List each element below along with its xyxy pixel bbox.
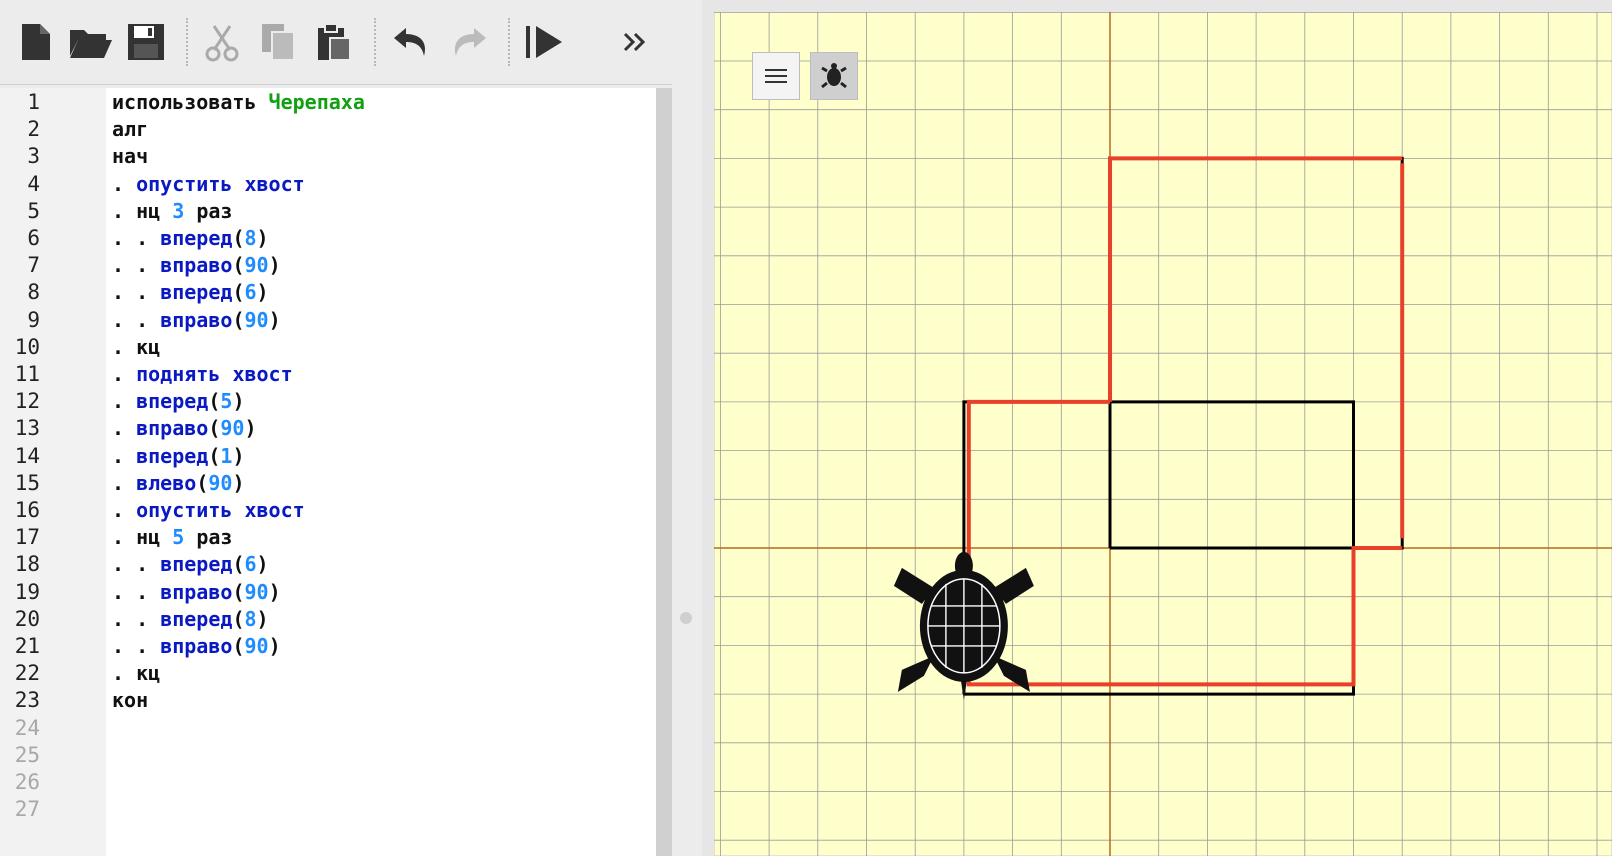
code-area[interactable]: использовать Черепаха алг нач . опустить хв… [106, 88, 656, 856]
turtle-icon [821, 63, 847, 89]
vertical-scrollbar[interactable] [656, 88, 672, 856]
line-number: 10 [14, 334, 40, 359]
code-line[interactable]: . опустить хвост [112, 172, 305, 196]
line-number: 11 [14, 362, 40, 386]
line-number-gutter: 1 2 3 4 5 6 7 8 9 10 11 12 13 14 15 16 17 18 19 20 21 22 23 24 2… [0, 88, 106, 856]
turtle-canvas-panel [702, 0, 1612, 856]
code-line[interactable]: . . вправо(90) [112, 580, 281, 604]
code-line[interactable]: . нц 5 раз [112, 525, 232, 549]
turtle-toggle-button[interactable] [810, 52, 858, 100]
line-number: 23 [14, 688, 40, 713]
code-line[interactable]: . . вправо(90) [112, 253, 281, 277]
new-file-button[interactable] [14, 20, 58, 64]
line-number: 3 [27, 144, 40, 169]
open-button[interactable] [68, 20, 112, 64]
line-number: 26 [14, 770, 40, 794]
canvas-background [714, 12, 1612, 856]
cut-button[interactable] [200, 20, 244, 64]
canvas-menu-button[interactable] [752, 52, 800, 100]
code-line[interactable]: . кц [112, 661, 160, 685]
save-icon [128, 24, 164, 60]
line-number: 27 [14, 797, 40, 822]
line-number: 17 [14, 525, 40, 550]
code-line[interactable]: . поднять хвост [112, 362, 293, 386]
open-folder-icon [70, 30, 112, 58]
paste-icon [318, 23, 351, 61]
redo-button[interactable] [446, 20, 490, 64]
toolbar-separator [186, 18, 188, 66]
code-line[interactable]: . . вперед(8) [112, 226, 269, 250]
code-line[interactable]: алг [112, 117, 148, 141]
line-number: 19 [14, 579, 40, 604]
undo-icon [394, 28, 426, 56]
run-button[interactable] [522, 20, 566, 64]
menu-icon [765, 69, 787, 83]
redo-icon [454, 28, 486, 56]
line-number: 13 [14, 416, 40, 441]
panel-splitter[interactable] [676, 0, 702, 856]
cut-icon [205, 25, 239, 62]
code-line[interactable]: . влево(90) [112, 471, 245, 495]
code-line[interactable]: . . вправо(90) [112, 634, 281, 658]
copy-button[interactable] [256, 20, 300, 64]
undo-button[interactable] [390, 20, 434, 64]
line-number: 12 [14, 389, 40, 414]
save-button[interactable] [124, 20, 168, 64]
editor-panel: 1 2 3 4 5 6 7 8 9 10 11 12 13 14 15 16 17 18 19 20 21 22 23 24 2… [0, 0, 676, 856]
line-number: 6 [27, 226, 40, 250]
line-number: 9 [27, 307, 40, 332]
code-line[interactable]: . нц 3 раз [112, 199, 232, 223]
line-number: 24 [14, 715, 40, 740]
line-number: 1 [27, 90, 40, 114]
line-number: 18 [14, 552, 40, 577]
line-number: 20 [14, 606, 40, 631]
toolbar-separator [508, 18, 510, 66]
line-number: 14 [14, 443, 40, 468]
line-number: 21 [14, 634, 40, 658]
line-number: 25 [14, 742, 40, 767]
copy-icon [262, 24, 295, 61]
code-line[interactable]: . вперед(5) [112, 389, 244, 413]
toolbar [0, 0, 672, 85]
more-button[interactable] [614, 20, 658, 64]
line-number: 5 [27, 198, 40, 223]
code-line[interactable]: . кц [112, 335, 160, 359]
code-line[interactable]: нач [112, 144, 148, 168]
turtle-canvas[interactable] [714, 12, 1612, 856]
line-number: 2 [27, 117, 40, 142]
paste-button[interactable] [312, 20, 356, 64]
code-line[interactable]: . вперед(1) [112, 444, 244, 468]
line-number: 4 [27, 171, 40, 196]
line-number: 7 [27, 253, 40, 278]
run-icon [526, 26, 562, 58]
code-editor[interactable]: 1 2 3 4 5 6 7 8 9 10 11 12 13 14 15 16 17 18 19 20 21 22 23 24 2… [0, 88, 672, 856]
code-line[interactable]: . . вправо(90) [112, 308, 281, 332]
code-line[interactable]: . . вперед(6) [112, 552, 269, 576]
code-line[interactable]: использовать Черепаха [112, 90, 365, 114]
code-line[interactable]: . вправо(90) [112, 416, 257, 440]
toolbar-separator [374, 18, 376, 66]
code-line[interactable]: . . вперед(6) [112, 280, 269, 304]
code-line[interactable]: кон [112, 688, 148, 712]
line-number: 15 [14, 470, 40, 495]
new-file-icon [22, 24, 50, 60]
code-line[interactable]: . опустить хвост [112, 498, 305, 522]
line-number: 16 [14, 498, 40, 522]
code-line[interactable]: . . вперед(8) [112, 607, 269, 631]
line-number: 22 [14, 661, 40, 686]
line-number: 8 [27, 280, 40, 305]
splitter-grip[interactable] [680, 612, 692, 624]
more-icon [623, 32, 646, 52]
